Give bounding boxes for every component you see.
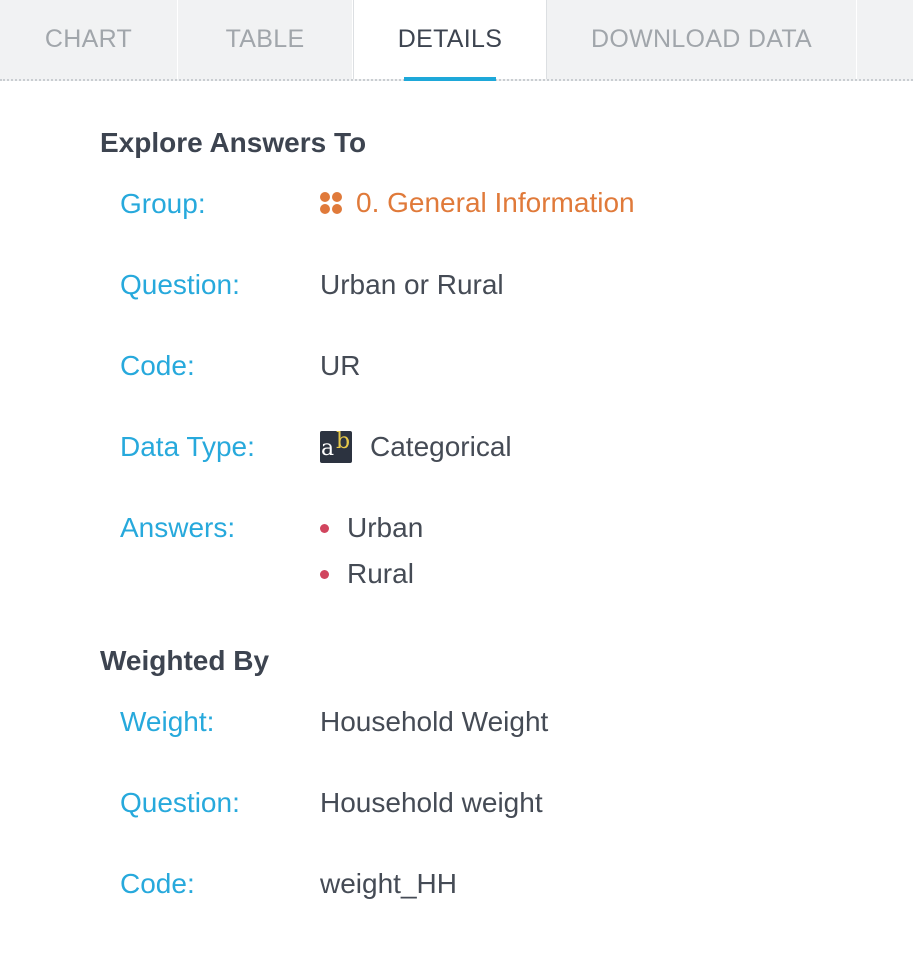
explore-section-title: Explore Answers To — [100, 127, 367, 158]
tab-details[interactable]: DETAILS — [353, 0, 547, 81]
tab-table[interactable]: TABLE — [178, 0, 353, 79]
question-label: Question: — [120, 269, 240, 300]
weight-question-value: Household weight — [320, 787, 543, 818]
weighted-section-title: Weighted By — [100, 645, 270, 676]
group-value-text: 0. General Information — [356, 187, 635, 218]
ab-text-icon: ab — [320, 431, 352, 463]
weight-label: Weight: — [120, 706, 215, 737]
answer-text: Urban — [347, 512, 424, 543]
grid-dots-icon — [320, 191, 344, 215]
answer-item: Urban — [320, 512, 423, 544]
group-value[interactable]: 0. General Information — [320, 187, 635, 219]
data-type-text: Categorical — [370, 431, 512, 462]
question-value: Urban or Rural — [320, 269, 504, 300]
data-type-label: Data Type: — [120, 431, 255, 462]
answer-item: Rural — [320, 558, 414, 590]
code-label: Code: — [120, 350, 195, 381]
tab-download-data-label: DOWNLOAD DATA — [590, 25, 813, 53]
tab-chart[interactable]: CHART — [0, 0, 178, 79]
bullet-icon — [320, 569, 329, 579]
tab-download-data[interactable]: DOWNLOAD DATA — [547, 0, 857, 79]
tab-bar: CHART TABLE DETAILS DOWNLOAD DATA — [0, 0, 913, 81]
weight-code-value: weight_HH — [320, 868, 457, 899]
tab-table-label: TABLE — [225, 25, 305, 53]
tab-details-label: DETAILS — [397, 25, 503, 53]
code-value: UR — [320, 350, 361, 381]
weight-question-label: Question: — [120, 787, 240, 818]
weight-value: Household Weight — [320, 706, 549, 737]
weight-code-label: Code: — [120, 868, 195, 899]
tab-chart-label: CHART — [44, 25, 133, 53]
answer-text: Rural — [347, 558, 414, 589]
answers-label: Answers: — [120, 512, 236, 543]
bullet-icon — [320, 523, 329, 533]
data-type-value: ab Categorical — [320, 431, 512, 463]
group-label: Group: — [120, 188, 206, 219]
active-tab-indicator — [404, 77, 496, 81]
